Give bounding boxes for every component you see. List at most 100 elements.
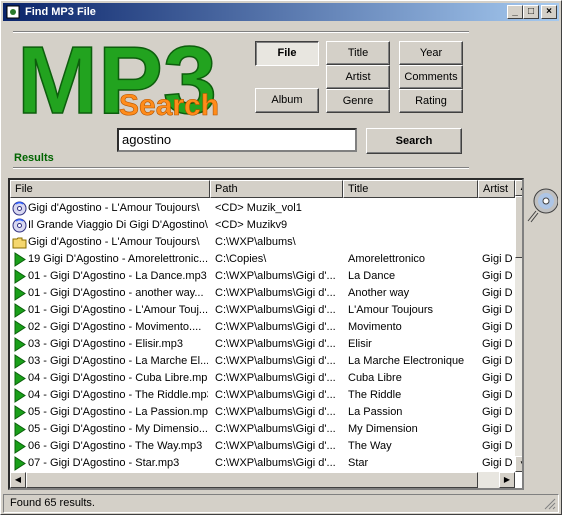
comments-button[interactable]: Comments: [399, 65, 463, 89]
cell-title: [348, 234, 476, 251]
cell-title: L'Amour Toujours: [348, 304, 434, 316]
cell-path: C:\WXP\albums\Gigi d'...: [215, 321, 336, 333]
cell-title: [348, 200, 476, 217]
play-icon: [14, 269, 26, 284]
cell-file: 01 - Gigi D'Agostino - L'Amour Touj...: [28, 304, 208, 316]
cell-artist: [482, 217, 515, 234]
play-icon: [14, 252, 26, 267]
table-row[interactable]: 04 - Gigi D'Agostino - Cuba Libre.mp3 C:\…: [10, 370, 513, 387]
play-icon: [14, 439, 26, 454]
cell-file: 05 - Gigi D'Agostino - My Dimensio...: [28, 423, 208, 435]
column-header-title[interactable]: Title: [343, 180, 478, 198]
cell-title: Movimento: [348, 321, 402, 333]
column-header-artist[interactable]: Artist: [478, 180, 515, 198]
vertical-scroll-thumb[interactable]: [515, 196, 522, 258]
status-text: Found 65 results.: [10, 497, 95, 509]
play-icon: [14, 320, 26, 335]
scroll-up-arrow-icon[interactable]: ▲: [515, 180, 522, 196]
cell-file: 06 - Gigi D'Agostino - The Way.mp3: [28, 440, 203, 452]
album-button[interactable]: Album: [255, 88, 319, 113]
cell-artist: Gigi D: [482, 304, 513, 316]
year-button[interactable]: Year: [399, 41, 463, 65]
cell-file: Gigi d'Agostino - L'Amour Toujours\: [28, 202, 200, 214]
horizontal-scroll-thumb[interactable]: [26, 472, 478, 488]
cell-path: C:\WXP\albums\: [215, 236, 296, 248]
table-row[interactable]: 04 - Gigi D'Agostino - The Riddle.mp3 C:\…: [10, 387, 513, 404]
cell-file: 19 Gigi D'Agostino - Amorelettronic...: [28, 253, 208, 265]
window-title: Find MP3 File: [25, 6, 96, 18]
cell-path: C:\Copies\: [215, 253, 267, 265]
column-header-path[interactable]: Path: [210, 180, 343, 198]
close-button[interactable]: ×: [541, 5, 557, 19]
table-row[interactable]: 03 - Gigi D'Agostino - La Marche El... C:…: [10, 353, 513, 370]
table-row[interactable]: Gigi d'Agostino - L'Amour Toujours\ <CD> …: [10, 200, 506, 217]
results-label: Results: [14, 152, 54, 164]
play-icon: [14, 354, 26, 369]
scroll-down-arrow-icon[interactable]: ▼: [515, 456, 522, 472]
table-row[interactable]: 06 - Gigi D'Agostino - The Way.mp3 C:\WXP…: [10, 438, 513, 455]
cell-title: [348, 217, 476, 234]
cell-title: Elisir: [348, 338, 372, 350]
scroll-left-arrow-icon[interactable]: ◀: [10, 472, 26, 488]
results-list[interactable]: File Path Title Artist Gigi d'Agostino -…: [8, 178, 524, 490]
cell-file: 07 - Gigi D'Agostino - Star.mp3: [28, 457, 180, 469]
cell-title: La Passion: [348, 406, 403, 418]
minimize-button[interactable]: _: [507, 5, 523, 19]
table-row[interactable]: 19 Gigi D'Agostino - Amorelettronic... C:…: [10, 251, 513, 268]
cell-artist: Gigi D: [482, 355, 513, 367]
table-row[interactable]: 05 - Gigi D'Agostino - My Dimensio... C:\…: [10, 421, 513, 438]
cell-artist: Gigi D: [482, 338, 513, 350]
cell-file: 04 - Gigi D'Agostino - Cuba Libre.mp3: [28, 372, 208, 384]
cell-title: La Dance: [348, 270, 396, 282]
cell-file: 01 - Gigi D'Agostino - another way...: [28, 287, 204, 299]
cell-title: La Marche Electronique: [348, 355, 465, 367]
cell-artist: Gigi D: [482, 406, 513, 418]
title-bar[interactable]: Find MP3 File: [3, 3, 559, 21]
list-header: File Path Title Artist: [10, 180, 522, 198]
play-icon: [14, 337, 26, 352]
cell-title: Another way: [348, 287, 410, 299]
cell-artist: Gigi D: [482, 372, 513, 384]
cell-artist: Gigi D: [482, 321, 513, 333]
cell-path: <CD> Muzik_vol1: [215, 202, 302, 214]
cd-icon: [12, 218, 27, 233]
cell-file: 03 - Gigi D'Agostino - Elisir.mp3: [28, 338, 183, 350]
table-row[interactable]: 07 - Gigi D'Agostino - Star.mp3 C:\WXP\al…: [10, 455, 513, 472]
file-button[interactable]: File: [255, 41, 319, 66]
table-row[interactable]: Gigi d'Agostino - L'Amour Toujours\ C:\WX…: [10, 234, 506, 251]
cell-path: C:\WXP\albums\Gigi d'...: [215, 304, 336, 316]
rating-button[interactable]: Rating: [399, 89, 463, 113]
cell-artist: Gigi D: [482, 287, 513, 299]
resize-grip-icon[interactable]: [544, 498, 556, 510]
vertical-scrollbar[interactable]: ▲ ▼: [515, 180, 522, 472]
folder-icon: [12, 237, 27, 249]
genre-button[interactable]: Genre: [326, 89, 390, 113]
find-mp3-window: Find MP3 File _ □ × MP3 Search File Albu…: [0, 0, 562, 515]
table-row[interactable]: 03 - Gigi D'Agostino - Elisir.mp3 C:\WXP\…: [10, 336, 513, 353]
maximize-button[interactable]: □: [523, 5, 539, 19]
scroll-right-arrow-icon[interactable]: ▶: [499, 472, 515, 488]
title-button[interactable]: Title: [326, 41, 390, 65]
table-row[interactable]: 01 - Gigi D'Agostino - La Dance.mp3 C:\WX…: [10, 268, 513, 285]
artist-button[interactable]: Artist: [326, 65, 390, 89]
table-row[interactable]: Il Grande Viaggio Di Gigi D'Agostino\ <CD…: [10, 217, 506, 234]
cell-title: Star: [348, 457, 369, 469]
search-button[interactable]: Search: [366, 128, 462, 154]
cell-file: Gigi d'Agostino - L'Amour Toujours\: [28, 236, 200, 248]
table-row[interactable]: 01 - Gigi D'Agostino - another way... C:\…: [10, 285, 513, 302]
horizontal-scrollbar[interactable]: ◀ ▶: [10, 472, 515, 488]
column-header-file[interactable]: File: [10, 180, 210, 198]
table-row[interactable]: 05 - Gigi D'Agostino - La Passion.mp3 C:\…: [10, 404, 513, 421]
cell-artist: Gigi D: [482, 423, 513, 435]
cell-file: 05 - Gigi D'Agostino - La Passion.mp3: [28, 406, 208, 418]
cell-artist: Gigi D: [482, 389, 513, 401]
play-icon: [14, 456, 26, 471]
search-input[interactable]: agostino: [117, 128, 357, 152]
cell-path: C:\WXP\albums\Gigi d'...: [215, 440, 336, 452]
table-row[interactable]: 01 - Gigi D'Agostino - L'Amour Touj... C:…: [10, 302, 513, 319]
results-divider: [13, 167, 469, 169]
cell-path: C:\WXP\albums\Gigi d'...: [215, 389, 336, 401]
cell-file: 02 - Gigi D'Agostino - Movimento....: [28, 321, 202, 333]
table-row[interactable]: 02 - Gigi D'Agostino - Movimento.... C:\W…: [10, 319, 513, 336]
status-bar: Found 65 results.: [3, 494, 559, 513]
